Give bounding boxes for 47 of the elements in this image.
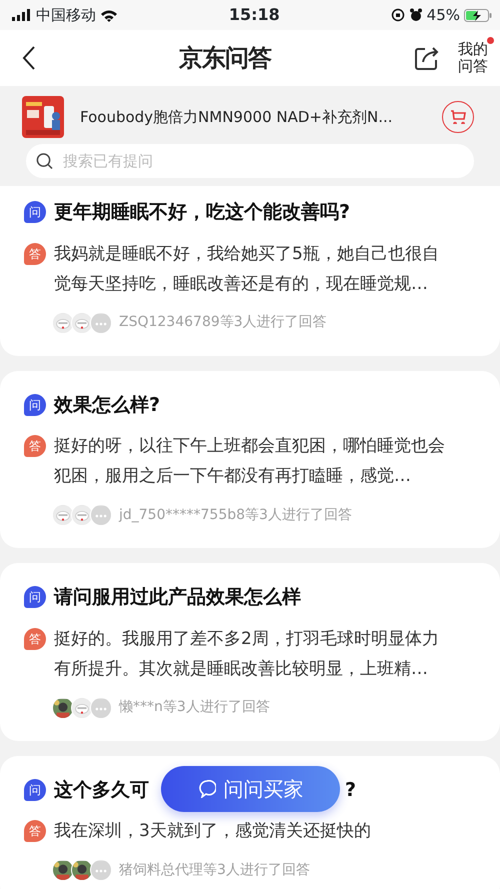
back-icon[interactable] xyxy=(22,46,36,70)
answer-text: 挺好的。我服用了差不多2周，打羽毛球时明显体力有所提升。其次就是睡眠改善比较明显，上班精… xyxy=(54,628,440,680)
answer-badge: 答 xyxy=(24,820,46,842)
question-text: 请问服用过此产品效果怎么样 xyxy=(54,585,301,610)
more-icon xyxy=(91,860,111,880)
answer-badge: 答 xyxy=(24,628,46,650)
question-text: 效果怎么样? xyxy=(54,392,160,418)
answer-summary: 猪饲料总代理等3人进行了回答 xyxy=(119,860,310,880)
question-text: 这个多久可 xyxy=(54,778,149,802)
avatar xyxy=(53,860,73,880)
answer-summary: 懒***n等3人进行了回答 xyxy=(119,698,270,717)
avatar xyxy=(53,698,73,718)
more-icon xyxy=(91,698,111,718)
battery-percent: 45% xyxy=(426,4,460,26)
clock-time: 15:18 xyxy=(228,4,280,26)
signal-icon xyxy=(12,9,32,21)
carrier-name: 中国移动 xyxy=(36,4,96,26)
question-badge: 问 xyxy=(24,586,46,608)
answer-text: 我妈就是睡眠不好，我给她买了5瓶，她自己也很自觉每天坚持吃，睡眠改善还是有的，现在睡觉规… xyxy=(54,242,440,296)
answer-badge: 答 xyxy=(24,242,46,264)
search-input[interactable]: 搜索已有提问 xyxy=(60,148,464,174)
answer-text: 挺好的呀，以往下午上班都会直犯困，哪怕睡觉也会犯困，服用之后一下午都没有再打瞌睡，感觉… xyxy=(54,435,446,488)
ask-buyers-button[interactable]: 问问买家 xyxy=(161,766,340,812)
answer-text: 我在深圳，3天就到了，感觉清关还挺快的 xyxy=(54,820,372,843)
wifi-icon xyxy=(100,8,118,22)
answer-summary: ZSQ12346789等3人进行了回答 xyxy=(119,313,327,332)
question-text: 更年期睡眠不好，吃这个能改善吗? xyxy=(54,200,350,225)
product-title[interactable]: Fooubody胞倍力NMN9000 NAD+补充剂N... xyxy=(80,106,426,128)
cart-icon xyxy=(450,110,466,124)
question-badge: 问 xyxy=(24,394,46,416)
battery-icon xyxy=(464,8,492,22)
more-icon xyxy=(91,505,111,525)
question-badge: 问 xyxy=(24,201,46,224)
search-icon xyxy=(36,152,53,170)
more-icon xyxy=(91,312,111,332)
cart-button[interactable] xyxy=(442,101,474,133)
chat-icon xyxy=(198,780,216,798)
question-badge: 问 xyxy=(24,778,46,801)
avatar xyxy=(72,860,92,880)
logo: 京东问答 xyxy=(179,43,271,74)
search-field[interactable]: 搜索已有提问 xyxy=(26,144,474,178)
question-text: ? xyxy=(345,778,356,802)
rotation-lock-icon xyxy=(390,8,405,22)
my-qa-link[interactable]: 我的问答 xyxy=(456,40,490,76)
answer-badge: 答 xyxy=(24,435,46,457)
share-icon[interactable] xyxy=(414,45,440,71)
answer-summary: jd_750*****755b8等3人进行了回答 xyxy=(119,506,352,524)
